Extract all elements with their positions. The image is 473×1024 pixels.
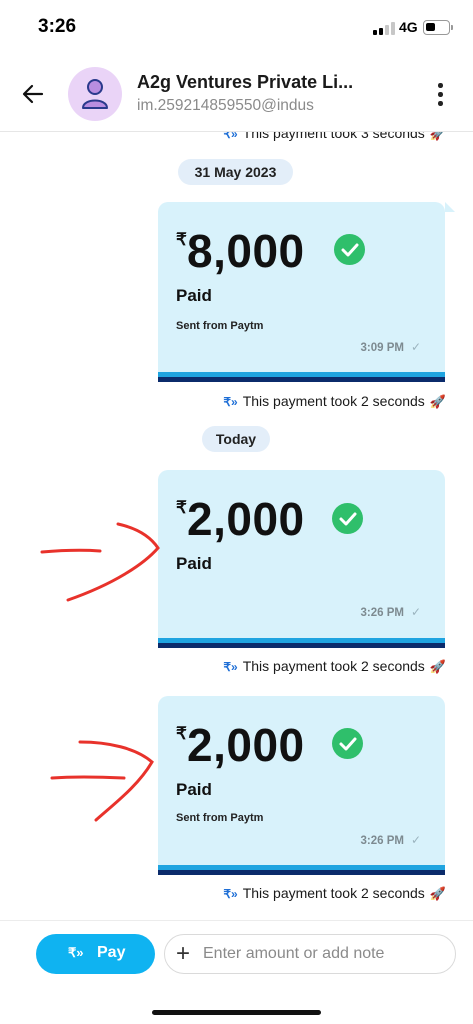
rocket-icon: 🚀 [429,394,446,409]
sent-tick-icon: ✓ [410,605,421,619]
payment-time: 3:26 PM [360,835,404,847]
payment-speed-note: ₹» This payment took 2 seconds 🚀 [223,393,446,410]
card-stripe [158,643,445,648]
payment-speed-note-text: This payment took 3 seconds [242,132,425,141]
status-bar: 3:26 4G [0,0,473,56]
payment-source: Sent from Paytm [176,320,264,332]
rocket-icon: 🚀 [429,886,446,901]
payment-time: 3:09 PM [360,342,404,354]
card-stripe [158,870,445,875]
payment-status: Paid [176,554,212,573]
currency-symbol: ₹ [176,724,187,743]
rupee-send-icon: ₹» [68,945,84,960]
user-icon [82,79,108,109]
amount-note-input[interactable] [203,940,448,968]
rupee-transfer-icon: ₹» [223,395,238,409]
payment-speed-note: ₹» This payment took 2 seconds 🚀 [223,658,446,675]
payment-speed-note-text: This payment took 2 seconds [242,658,425,674]
date-separator: Today [202,426,270,452]
payment-speed-note-text: This payment took 2 seconds [242,393,425,409]
sent-tick-icon: ✓ [410,833,421,847]
more-vertical-icon [438,83,443,88]
chat-header: A2g Ventures Private Li... im.2592148595… [0,56,473,132]
payment-time: 3:26 PM [360,607,404,619]
signal-strength-icon [373,22,395,35]
pay-button-label: Pay [97,944,126,961]
annotation-arrow-icon [50,740,154,822]
back-button[interactable] [18,78,50,110]
network-type: 4G [399,19,418,35]
back-arrow-icon [22,84,44,104]
amount-note-field[interactable]: + [164,934,456,974]
payment-amount: 2,000 [187,719,305,771]
currency-symbol: ₹ [176,498,187,517]
avatar[interactable] [68,67,122,121]
payment-card[interactable]: ₹ 8,000 Paid Sent from Paytm 3:09 PM ✓ [158,202,445,382]
payment-speed-note: ₹» This payment took 3 seconds 🚀 [223,132,446,142]
battery-fill [426,23,435,31]
payment-source: Sent from Paytm [176,812,264,824]
more-options-button[interactable] [430,80,450,110]
verified-check-icon [332,503,363,534]
composer-bar: ₹» Pay + [0,920,473,1024]
payment-card[interactable]: ₹ 2,000 Paid 3:26 PM ✓ [158,470,445,648]
rupee-transfer-icon: ₹» [223,660,238,674]
payment-speed-note-text: This payment took 2 seconds [242,885,425,901]
rocket-icon: 🚀 [429,132,446,141]
contact-upi-id: im.259214859550@indus [137,97,314,114]
contact-name[interactable]: A2g Ventures Private Li... [137,72,353,93]
verified-check-icon [332,728,363,759]
pay-button[interactable]: ₹» Pay [36,934,155,974]
currency-symbol: ₹ [176,230,187,249]
sent-tick-icon: ✓ [410,340,421,354]
plus-icon[interactable]: + [176,940,190,968]
date-separator: 31 May 2023 [178,159,293,185]
card-tail [445,202,455,212]
status-time: 3:26 [38,16,77,37]
annotation-arrow-icon [40,522,160,602]
payment-status: Paid [176,780,212,799]
rupee-transfer-icon: ₹» [223,887,238,901]
rocket-icon: 🚀 [429,659,446,674]
payment-card[interactable]: ₹ 2,000 Paid Sent from Paytm 3:26 PM ✓ [158,696,445,875]
rupee-transfer-icon: ₹» [223,132,238,141]
payment-speed-note: ₹» This payment took 2 seconds 🚀 [223,885,446,902]
battery-icon [423,20,453,35]
payment-status: Paid [176,286,212,305]
payment-amount: 2,000 [187,493,305,545]
home-indicator[interactable] [152,1010,321,1015]
card-stripe [158,377,445,382]
chat-messages[interactable]: ₹» This payment took 3 seconds 🚀 31 May 20… [0,132,473,920]
verified-check-icon [334,234,365,265]
payment-amount: 8,000 [187,225,305,277]
